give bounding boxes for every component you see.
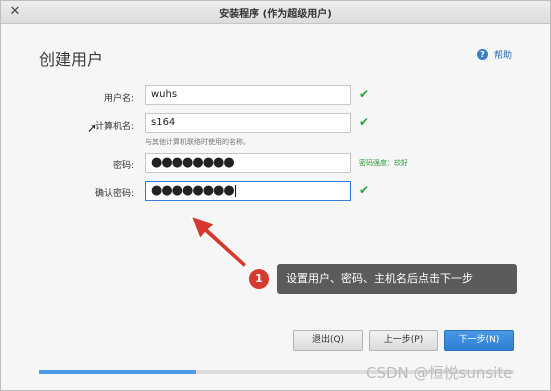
mouse-pointer-icon: ➚ [87,121,98,135]
next-button[interactable]: 下一步(N) [444,330,514,351]
annotation-badge: 1 [249,269,269,289]
main-content: 创建用户 ? 帮助 用户名: wuhs ✔ 计算机名: s164 ✔ 与其他计算… [2,24,550,390]
hostname-hint: 与其他计算机联络时使用的名称。 [145,138,250,146]
page-title: 创建用户 [39,50,104,69]
help-label: 帮助 [494,51,513,61]
annotation-arrow-icon [189,214,249,270]
password-field[interactable]: ●●●●●●●● [145,153,351,173]
back-button[interactable]: 上一步(P) [369,330,438,351]
password-strength: 密码强度：较好 [359,159,408,167]
hostname-check-icon: ✔ [359,115,370,129]
hostname-field[interactable]: s164 [145,113,351,133]
help-link[interactable]: ? 帮助 [477,48,512,61]
text-caret [234,184,236,197]
title-bar: ✕ 安装程序 (作为超级用户) [1,1,550,24]
help-icon: ? [477,49,488,60]
confirm-password-value: ●●●●●●●● [151,183,235,198]
installer-window: ✕ 安装程序 (作为超级用户) 创建用户 ? 帮助 用户名: wuhs ✔ 计算… [0,0,551,391]
quit-button[interactable]: 退出(Q) [293,330,363,351]
confirm-password-label: 确认密码: [94,189,134,199]
watermark: CSDN @恒悦sunsite [366,364,513,382]
annotation-callout: 设置用户、密码、主机名后点击下一步 [277,264,517,294]
confirm-password-field[interactable]: ●●●●●●●● [145,181,351,201]
username-check-icon: ✔ [359,87,370,101]
window-title: 安装程序 (作为超级用户) [219,9,332,20]
username-field[interactable]: wuhs [145,85,351,105]
progress-fill [39,370,196,374]
password-label: 密码: [112,161,134,171]
confirm-check-icon: ✔ [359,183,370,197]
username-label: 用户名: [103,94,134,104]
